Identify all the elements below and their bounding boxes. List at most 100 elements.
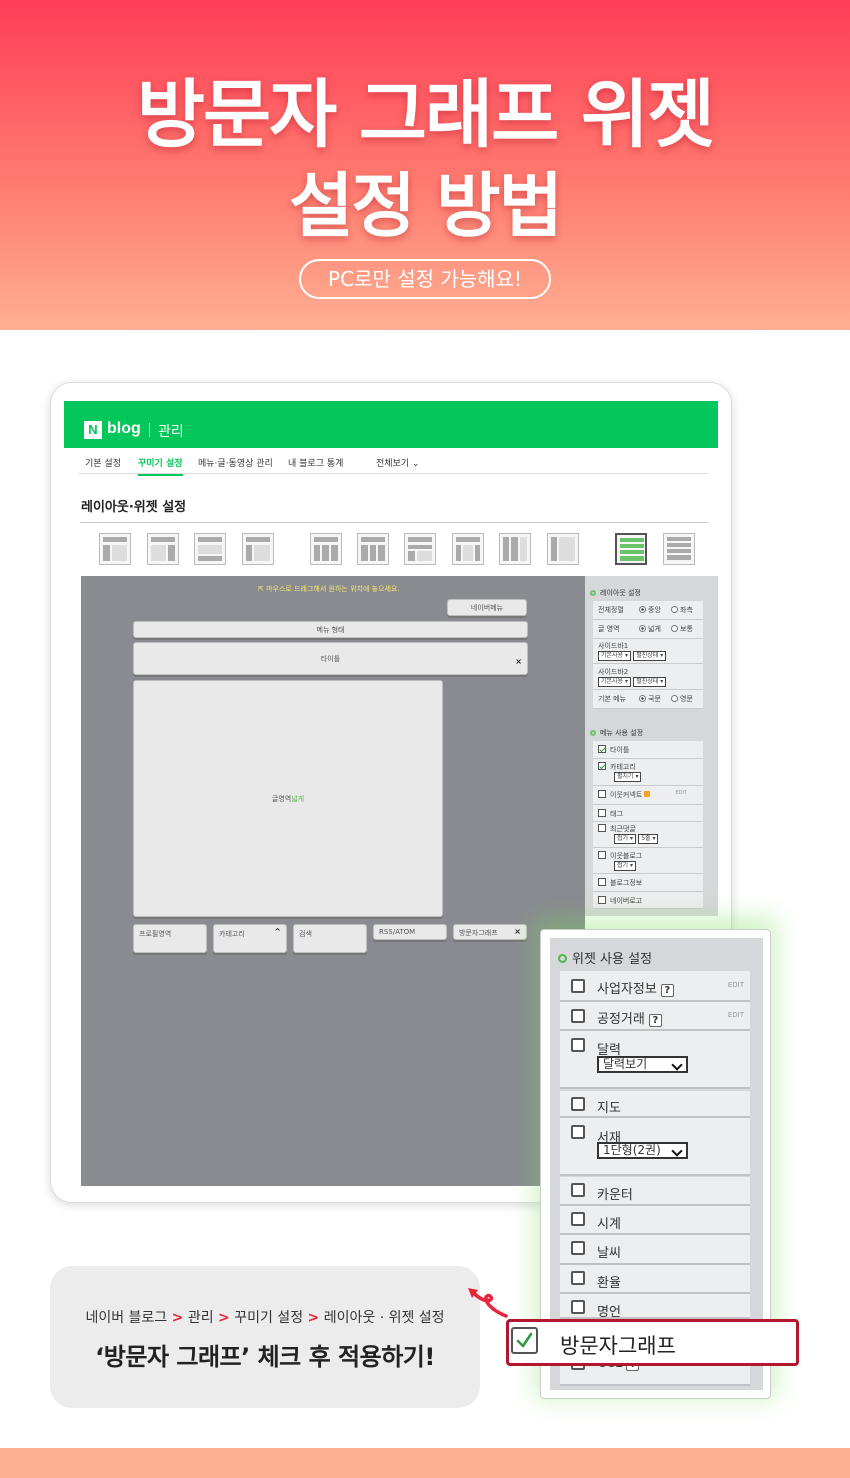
- hero-banner: 방문자 그래프 위젯 설정 방법 PC로만 설정 가능해요!: [0, 0, 850, 330]
- tab-decorate-settings[interactable]: 꾸미기 설정: [138, 456, 183, 476]
- sidebar1-mode-select[interactable]: 기본사용 ▾: [598, 651, 632, 661]
- widget-row-weather[interactable]: 날씨: [560, 1235, 750, 1265]
- menu-korean-radio[interactable]: 국문: [639, 694, 661, 704]
- admin-link[interactable]: 관리: [158, 421, 184, 441]
- category-select[interactable]: 펼치기 ▾: [614, 772, 642, 782]
- layout-settings-title: 레이아웃 설정: [590, 588, 641, 598]
- checkbox-icon: [598, 745, 606, 753]
- layout-option-12[interactable]: [663, 533, 695, 565]
- layout-option-1[interactable]: [99, 533, 131, 565]
- menu-settings-title: 메뉴 사용 설정: [590, 728, 643, 738]
- area-wide-label: 넓게: [648, 625, 661, 633]
- radio-icon: [671, 695, 678, 702]
- bottom-band: [0, 1448, 850, 1478]
- menu-row-neighbor-connect[interactable]: 이웃커넥트 EDIT: [593, 786, 703, 805]
- drag-hint-text: 마우스로 드래그해서 원하는 위치에 놓으세요.: [266, 585, 400, 593]
- layout-option-8[interactable]: [452, 533, 484, 565]
- visitor-graph-checkbox[interactable]: [511, 1327, 538, 1354]
- tab-view-all[interactable]: 전체보기 ⌄: [376, 456, 420, 469]
- edit-link[interactable]: EDIT: [728, 981, 744, 989]
- block-category[interactable]: 카테고리 ^: [213, 924, 287, 953]
- block-visitor-graph-label: 방문자그래프: [459, 929, 498, 937]
- widget-row-exchange[interactable]: 환율: [560, 1265, 750, 1294]
- menu-english-radio[interactable]: 영문: [671, 694, 693, 704]
- block-profile[interactable]: 프로필영역: [133, 924, 207, 953]
- block-post-area[interactable]: 글영역넓게: [133, 680, 443, 917]
- align-left-radio[interactable]: 좌측: [671, 605, 693, 615]
- block-naver-menu[interactable]: 네이버메뉴: [447, 599, 527, 616]
- layout-option-9[interactable]: [499, 533, 531, 565]
- breadcrumb-separator: >: [307, 1310, 320, 1326]
- layout-option-2[interactable]: [147, 533, 179, 565]
- layout-option-6[interactable]: [357, 533, 389, 565]
- block-rss-label: RSS/ATOM: [379, 928, 416, 936]
- bookshelf-select[interactable]: 1단형(2권): [597, 1142, 688, 1159]
- widget-row-fair-trade[interactable]: 공정거래? EDIT: [560, 1002, 750, 1031]
- widget-row-counter[interactable]: 카운터: [560, 1177, 750, 1206]
- menu-row-category[interactable]: 카테고리 펼치기 ▾: [593, 759, 703, 786]
- category-select-value: 펼치기: [617, 773, 634, 780]
- layout-option-7[interactable]: [404, 533, 436, 565]
- recent-fold-select[interactable]: 접기 ▾: [614, 834, 636, 844]
- edit-link[interactable]: EDIT: [728, 1011, 744, 1019]
- block-visitor-graph[interactable]: 방문자그래프 ×: [453, 924, 527, 940]
- area-wide-radio[interactable]: 넓게: [639, 624, 661, 634]
- check-icon: [516, 1332, 533, 1348]
- edit-link[interactable]: EDIT: [675, 790, 687, 796]
- widget-row-map[interactable]: 지도: [560, 1091, 750, 1118]
- close-icon[interactable]: ×: [514, 927, 521, 936]
- widget-row-bookshelf[interactable]: 서재 1단형(2권): [560, 1118, 750, 1176]
- curved-arrow-icon: [468, 1288, 508, 1318]
- widget-row-calendar[interactable]: 달력 달력보기: [560, 1031, 750, 1089]
- block-menu-form[interactable]: 메뉴 형태: [133, 621, 528, 638]
- layout-option-selected[interactable]: [615, 533, 647, 565]
- layout-option-5[interactable]: [310, 533, 342, 565]
- area-normal-radio[interactable]: 보통: [671, 624, 693, 634]
- widget-row-clock[interactable]: 시계: [560, 1206, 750, 1235]
- help-icon[interactable]: ?: [648, 1014, 662, 1027]
- menu-row-title[interactable]: 타이틀: [593, 741, 703, 759]
- block-title[interactable]: 타이틀 ×: [133, 642, 528, 675]
- layout-option-3[interactable]: [194, 533, 226, 565]
- menu-row-naver-logo[interactable]: 네이버로고: [593, 892, 703, 909]
- widget-row-biz-info[interactable]: 사업자정보? EDIT: [560, 971, 750, 1002]
- checkbox-icon: [571, 1241, 585, 1255]
- layout-option-4[interactable]: [242, 533, 274, 565]
- area-normal-label: 보통: [680, 625, 693, 633]
- block-profile-label: 프로필영역: [139, 930, 172, 938]
- close-icon[interactable]: ×: [515, 645, 522, 678]
- naver-logo-icon[interactable]: N: [84, 421, 102, 439]
- fair-trade-label: 공정거래: [597, 1012, 645, 1027]
- chevron-up-icon[interactable]: ^: [274, 927, 281, 936]
- menu-row-tag[interactable]: 태그: [593, 805, 703, 822]
- info-badge-icon: [644, 791, 651, 797]
- block-post-area-label: 글영역: [271, 795, 292, 803]
- calendar-select[interactable]: 달력보기: [597, 1056, 688, 1073]
- blog-logo-text[interactable]: blog: [107, 420, 141, 438]
- tab-content-management[interactable]: 메뉴·글·동영상 관리: [198, 456, 273, 469]
- tab-blog-stats[interactable]: 내 블로그 통계: [288, 456, 343, 469]
- menu-row-blog-info[interactable]: 블로그정보: [593, 874, 703, 892]
- tab-basic-settings[interactable]: 기본 설정: [85, 456, 121, 469]
- sidebar1-state-select[interactable]: 펼친상태 ▾: [633, 651, 667, 661]
- naver-logo-label: 네이버로고: [610, 897, 643, 905]
- sidebar2-mode-select[interactable]: 기본사용 ▾: [598, 677, 632, 687]
- post-area-label: 글 영역: [598, 625, 620, 633]
- block-search[interactable]: 검색: [293, 924, 367, 953]
- align-center-radio[interactable]: 중앙: [639, 605, 661, 615]
- neighbor-fold-select[interactable]: 접기 ▾: [614, 861, 636, 871]
- widget-row-quote[interactable]: 명언: [560, 1294, 750, 1320]
- checkbox-icon: [571, 1271, 585, 1285]
- menu-category-label: 카테고리: [610, 763, 636, 771]
- biz-info-label: 사업자정보: [597, 982, 657, 997]
- widget-settings-title-text: 위젯 사용 설정: [572, 952, 653, 967]
- menu-row-neighbor-blog[interactable]: 이웃블로그 접기 ▾: [593, 848, 703, 874]
- sidebar2-state-select[interactable]: 펼친상태 ▾: [633, 677, 667, 687]
- layout-option-10[interactable]: [547, 533, 579, 565]
- sidebar2-label: 사이드바2: [598, 668, 629, 676]
- menu-row-recent-comment[interactable]: 최근댓글 접기 ▾ 5줄 ▾: [593, 822, 703, 848]
- recent-lines-select[interactable]: 5줄 ▾: [638, 834, 659, 844]
- help-icon[interactable]: ?: [660, 984, 674, 997]
- block-rss[interactable]: RSS/ATOM: [373, 924, 447, 940]
- hero-title-line1: 방문자 그래프 위젯: [136, 72, 715, 158]
